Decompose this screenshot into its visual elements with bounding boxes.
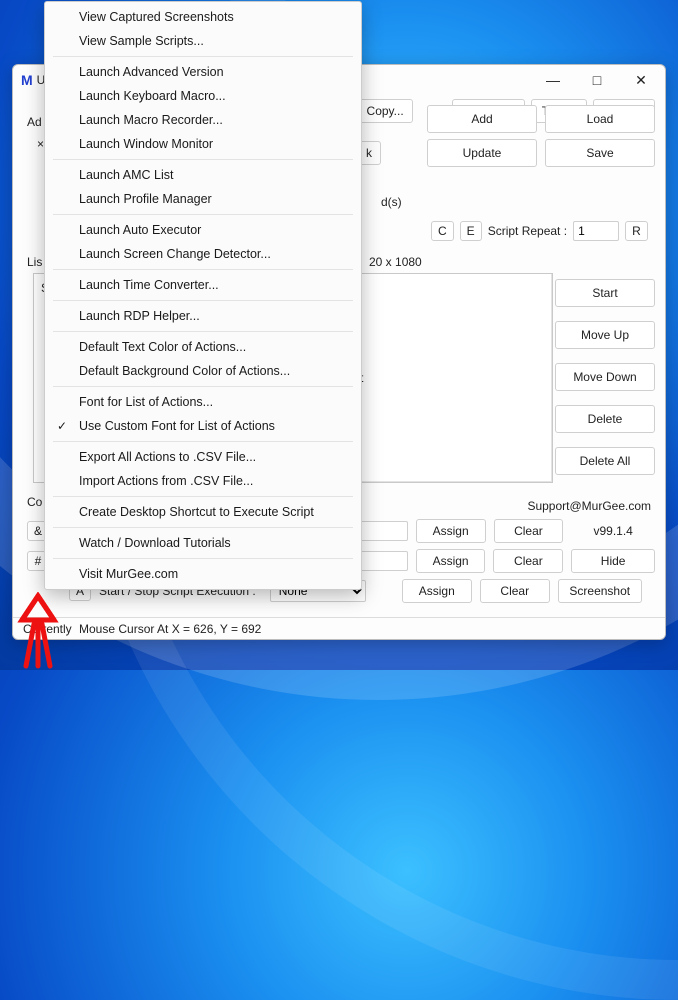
menu-item[interactable]: View Captured Screenshots xyxy=(45,5,361,29)
menu-separator xyxy=(53,269,353,270)
minimize-button[interactable]: — xyxy=(531,66,575,94)
menu-item[interactable]: Launch Window Monitor xyxy=(45,132,361,156)
support-link[interactable]: Support@MurGee.com xyxy=(527,499,651,513)
menu-item[interactable]: Default Text Color of Actions... xyxy=(45,335,361,359)
menu-item[interactable]: Launch Advanced Version xyxy=(45,60,361,84)
clear3-button[interactable]: Clear xyxy=(480,579,550,603)
version-label: v99.1.4 xyxy=(571,524,655,538)
menu-separator xyxy=(53,56,353,57)
menu-item[interactable]: Watch / Download Tutorials xyxy=(45,531,361,555)
menu-item[interactable]: View Sample Scripts... xyxy=(45,29,361,53)
x-fragment: × xyxy=(37,137,44,151)
script-repeat-label: Script Repeat : xyxy=(488,224,567,238)
screenshot-button[interactable]: Screenshot xyxy=(558,579,642,603)
add-label-fragment: Ad xyxy=(27,115,42,129)
comment-label-fragment: Co xyxy=(27,495,42,509)
menu-item[interactable]: Launch Screen Change Detector... xyxy=(45,242,361,266)
check-icon: ✓ xyxy=(57,419,67,433)
menu-separator xyxy=(53,214,353,215)
update-button[interactable]: Update xyxy=(427,139,537,167)
menu-item[interactable]: Launch Auto Executor xyxy=(45,218,361,242)
clear2-button[interactable]: Clear xyxy=(493,549,563,573)
app-logo: M xyxy=(21,72,33,88)
screen-dimension: 20 x 1080 xyxy=(369,255,422,269)
close-button[interactable]: ✕ xyxy=(619,66,663,94)
statusbar: Currently Mouse Cursor At X = 626, Y = 6… xyxy=(13,617,665,639)
r-button[interactable]: R xyxy=(625,221,648,241)
menu-item[interactable]: Launch Keyboard Macro... xyxy=(45,84,361,108)
ds-fragment: d(s) xyxy=(381,195,402,209)
move-up-button[interactable]: Move Up xyxy=(555,321,655,349)
menu-separator xyxy=(53,527,353,528)
status-cursor: Mouse Cursor At X = 626, Y = 692 xyxy=(79,622,261,636)
context-menu[interactable]: View Captured ScreenshotsView Sample Scr… xyxy=(44,1,362,590)
assign2-button[interactable]: Assign xyxy=(416,549,486,573)
menu-item[interactable]: Launch AMC List xyxy=(45,163,361,187)
assign1-button[interactable]: Assign xyxy=(416,519,486,543)
menu-separator xyxy=(53,441,353,442)
start-button[interactable]: Start xyxy=(555,279,655,307)
menu-item[interactable]: Use Custom Font for List of Actions✓ xyxy=(45,414,361,438)
delete-button[interactable]: Delete xyxy=(555,405,655,433)
menu-item[interactable]: Export All Actions to .CSV File... xyxy=(45,445,361,469)
menu-item[interactable]: Visit MurGee.com xyxy=(45,562,361,586)
copy-button[interactable]: Copy... xyxy=(356,99,414,123)
delete-all-button[interactable]: Delete All xyxy=(555,447,655,475)
menu-item[interactable]: Create Desktop Shortcut to Execute Scrip… xyxy=(45,500,361,524)
menu-item[interactable]: Font for List of Actions... xyxy=(45,390,361,414)
menu-item[interactable]: Launch Macro Recorder... xyxy=(45,108,361,132)
hide-button[interactable]: Hide xyxy=(571,549,655,573)
menu-item[interactable]: Launch RDP Helper... xyxy=(45,304,361,328)
menu-separator xyxy=(53,558,353,559)
menu-separator xyxy=(53,496,353,497)
clear1-button[interactable]: Clear xyxy=(494,519,564,543)
list-label-fragment: Lis xyxy=(27,255,42,269)
script-repeat-input[interactable] xyxy=(573,221,619,241)
menu-separator xyxy=(53,331,353,332)
e-button[interactable]: E xyxy=(460,221,482,241)
move-down-button[interactable]: Move Down xyxy=(555,363,655,391)
menu-item[interactable]: Launch Time Converter... xyxy=(45,273,361,297)
maximize-button[interactable]: □ xyxy=(575,66,619,94)
menu-item[interactable]: Import Actions from .CSV File... xyxy=(45,469,361,493)
menu-item[interactable]: Launch Profile Manager xyxy=(45,187,361,211)
menu-separator xyxy=(53,386,353,387)
menu-separator xyxy=(53,159,353,160)
load-button[interactable]: Load xyxy=(545,105,655,133)
menu-separator xyxy=(53,300,353,301)
annotation-arrow-icon xyxy=(14,592,74,670)
c-button[interactable]: C xyxy=(431,221,454,241)
menu-item[interactable]: Default Background Color of Actions... xyxy=(45,359,361,383)
save-button[interactable]: Save xyxy=(545,139,655,167)
add-button[interactable]: Add xyxy=(427,105,537,133)
assign3-button[interactable]: Assign xyxy=(402,579,472,603)
